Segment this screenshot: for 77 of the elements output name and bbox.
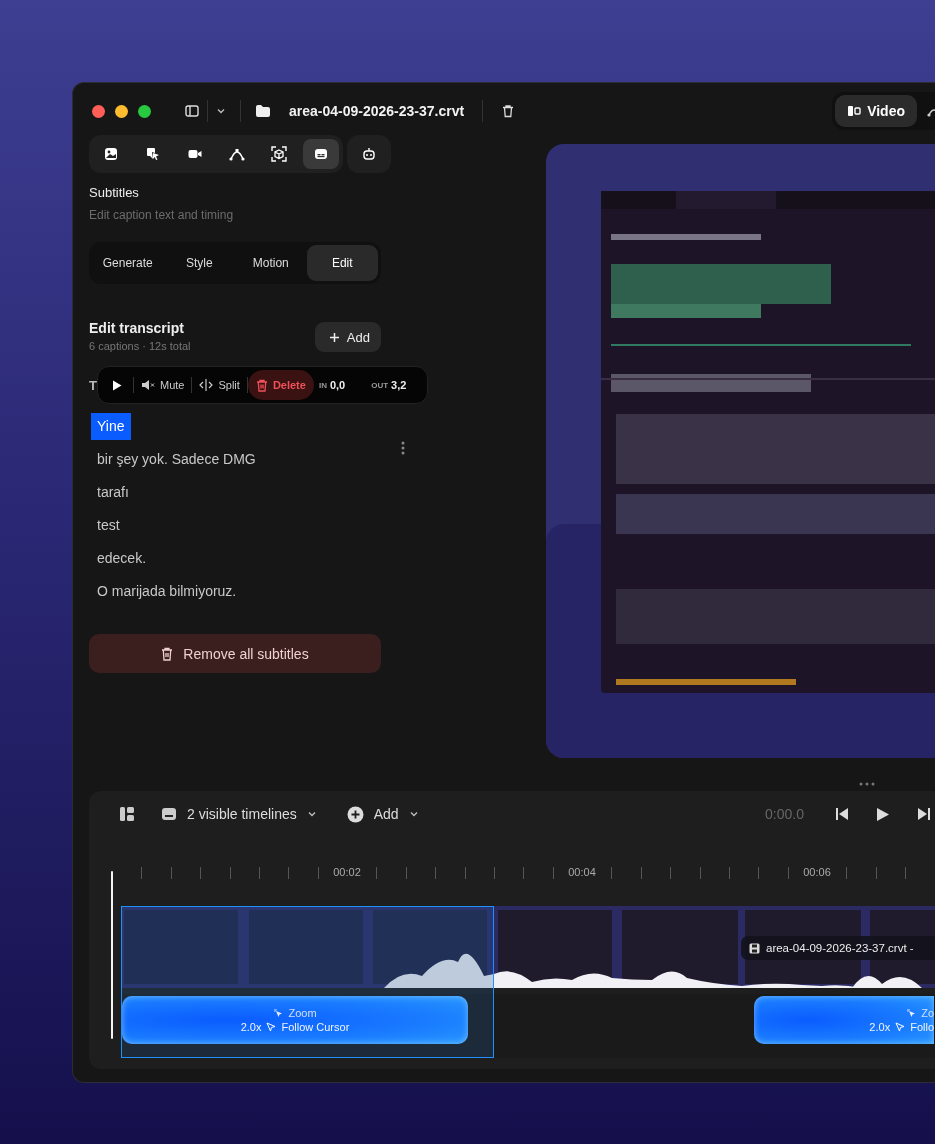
trash-icon: [255, 378, 268, 392]
ruler-label: 00:04: [568, 866, 596, 878]
caption-count: 6 captions · 12s total: [89, 340, 191, 352]
cube-icon: [271, 146, 287, 162]
add-track-dropdown[interactable]: Add: [346, 805, 419, 823]
cursor-icon: [895, 1022, 906, 1032]
skip-back-icon[interactable]: [835, 807, 849, 821]
more-icon[interactable]: [401, 441, 405, 455]
chevron-down-icon[interactable]: [216, 106, 226, 116]
delete-button[interactable]: Delete: [247, 370, 314, 400]
zoom-scale: 2.0x: [240, 1021, 262, 1033]
caption-text[interactable]: bir şey yok. Sadece DMG: [91, 446, 262, 473]
clip-name: area-04-09-2026-23-37.crvt -: [766, 942, 914, 954]
subtitles-icon: [313, 146, 329, 162]
zoom-clip[interactable]: Zo 2.0x Follo: [754, 996, 934, 1044]
drag-handle-icon[interactable]: [859, 782, 875, 786]
caption-text[interactable]: edecek.: [91, 545, 153, 572]
robot-icon: [361, 146, 377, 162]
window-zoom-button[interactable]: [138, 104, 151, 118]
ruler-label: 00:06: [803, 866, 831, 878]
in-label: IN: [318, 380, 327, 390]
cursor-click-icon: [273, 1008, 284, 1018]
timeline-icon: [161, 806, 177, 822]
image-icon: [103, 146, 119, 162]
zoom-mode: Follo: [910, 1021, 934, 1033]
folder-icon[interactable]: [255, 104, 271, 118]
caption-text[interactable]: Yine: [91, 413, 131, 440]
play-icon[interactable]: [112, 379, 122, 391]
cursor-click-icon: [906, 1008, 917, 1018]
caption-text[interactable]: O marijada bilmiyoruz.: [91, 578, 243, 605]
ruler-label: 00:02: [333, 866, 361, 878]
out-time: 3,2: [391, 379, 407, 391]
split-view-icon: [847, 105, 862, 117]
split-icon: [199, 379, 214, 391]
chevron-down-icon: [306, 809, 317, 819]
remove-subtitles-button[interactable]: Remove all subtitles: [89, 634, 381, 673]
video-tab[interactable]: Video: [835, 95, 917, 127]
mode-tab[interactable]: Style: [163, 245, 235, 281]
zoom-title: Zo: [921, 1007, 934, 1019]
chevron-down-icon: [408, 809, 419, 819]
skip-forward-icon[interactable]: [917, 807, 931, 821]
add-button[interactable]: Add: [314, 322, 381, 352]
bezier-curve-icon: [229, 146, 245, 162]
mute-button[interactable]: Mute: [134, 370, 192, 400]
plus-icon: [328, 331, 340, 343]
in-time: 0,0: [329, 379, 346, 391]
out-label: OUT: [371, 380, 389, 390]
cursor-icon: [266, 1022, 277, 1032]
caption-text[interactable]: tarafı: [91, 479, 135, 506]
playback-time: 0:00.0: [765, 806, 804, 822]
plus-circle-icon: [346, 805, 364, 823]
list-label: T: [89, 377, 97, 393]
zoom-mode: Follow Cursor: [281, 1021, 350, 1033]
layout-icon[interactable]: [119, 806, 135, 822]
zoom-title: Zoom: [288, 1007, 317, 1019]
zoom-clip[interactable]: Zoom 2.0x Follow Cursor: [122, 996, 468, 1044]
panel-subtitle: Edit caption text and timing: [89, 207, 235, 223]
window-minimize-button[interactable]: [115, 104, 128, 118]
panel-title: Subtitles: [89, 185, 140, 201]
film-icon: [749, 942, 760, 954]
speaker-muted-icon: [141, 379, 155, 391]
subtitles-tool-button[interactable]: [303, 139, 339, 169]
mode-tab[interactable]: Motion: [235, 245, 307, 281]
trash-icon: [161, 646, 174, 661]
mode-tab[interactable]: Generate: [92, 245, 164, 281]
split-button[interactable]: Split: [192, 370, 247, 400]
play-icon[interactable]: [876, 806, 890, 822]
window-title: area-04-09-2026-23-37.crvt: [289, 103, 465, 119]
mode-tab[interactable]: Edit: [306, 245, 378, 281]
window-close-button[interactable]: [92, 104, 105, 118]
zoom-scale: 2.0x: [869, 1021, 891, 1033]
visible-timelines-dropdown[interactable]: 2 visible timelines: [161, 806, 317, 822]
caption-text[interactable]: test: [91, 512, 126, 539]
section-title: Edit transcript: [89, 319, 185, 337]
sidebar-toggle-icon[interactable]: [185, 104, 199, 118]
trash-icon[interactable]: [501, 104, 516, 118]
pointer-icon: [145, 146, 161, 162]
